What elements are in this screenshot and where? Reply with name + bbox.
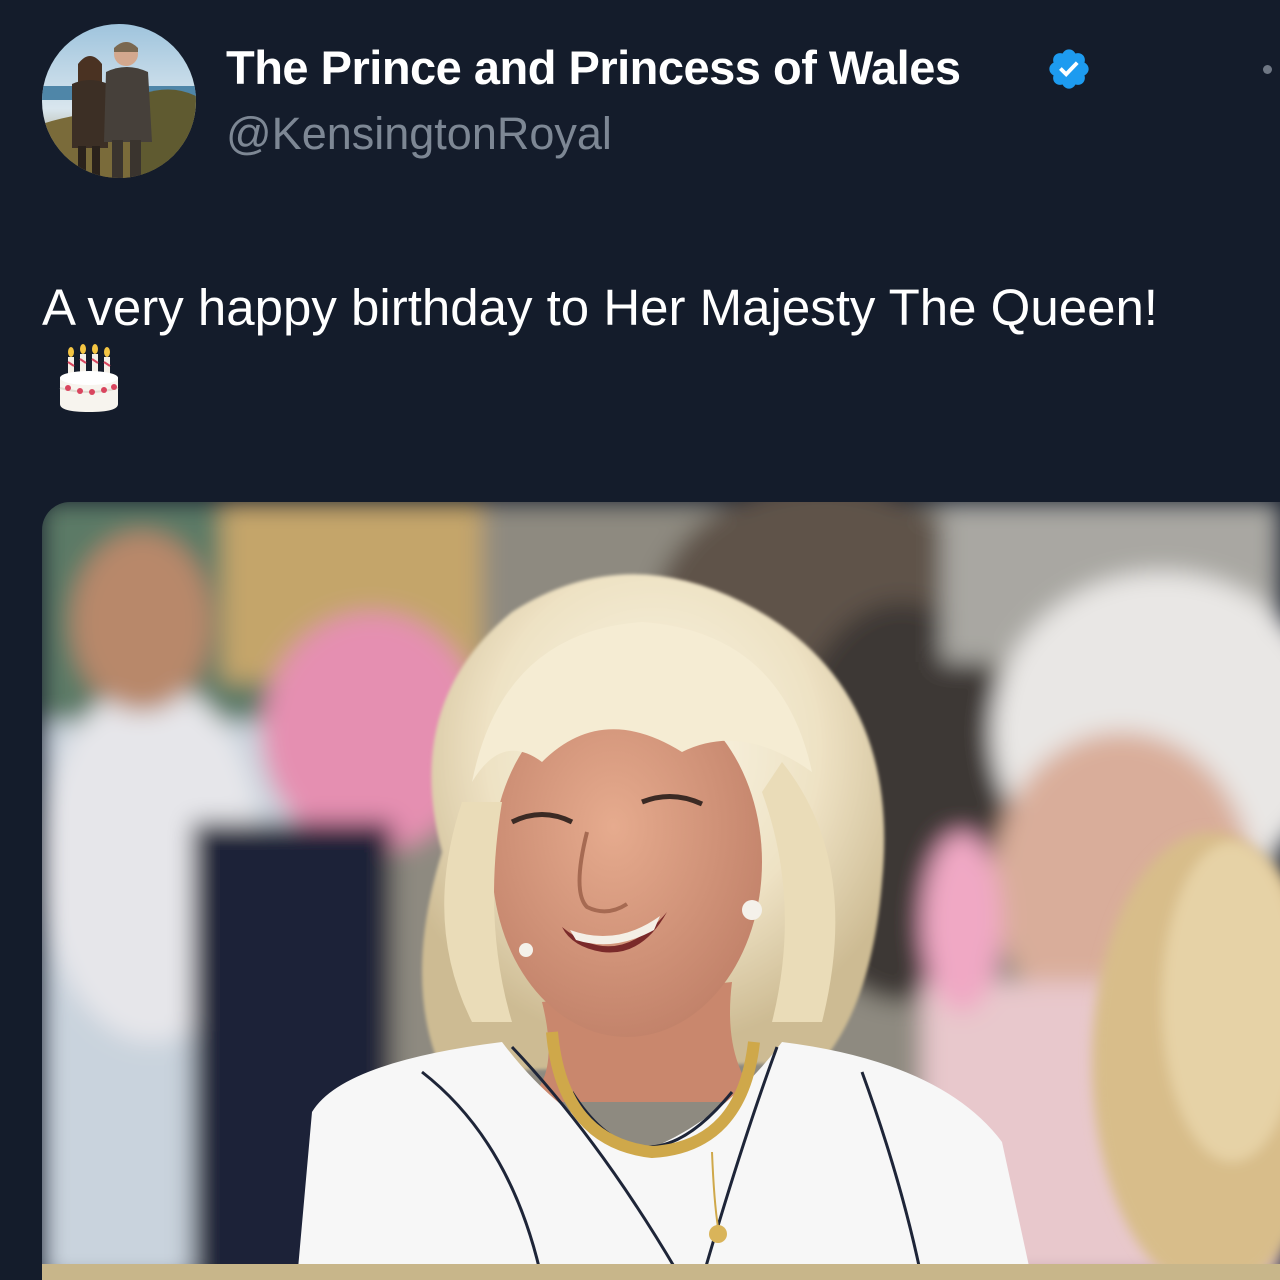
- handle[interactable]: @KensingtonRoyal: [226, 108, 612, 160]
- tweet-text-content: A very happy birthday to Her Majesty The…: [42, 279, 1158, 336]
- verified-badge-icon: [1046, 46, 1092, 92]
- tweet-text: A very happy birthday to Her Majesty The…: [42, 272, 1222, 433]
- birthday-cake-icon: [56, 344, 122, 433]
- tweet-media-photo[interactable]: [42, 502, 1280, 1280]
- avatar[interactable]: [42, 24, 196, 178]
- display-name[interactable]: The Prince and Princess of Wales: [226, 40, 961, 95]
- more-options-icon[interactable]: [1256, 58, 1278, 80]
